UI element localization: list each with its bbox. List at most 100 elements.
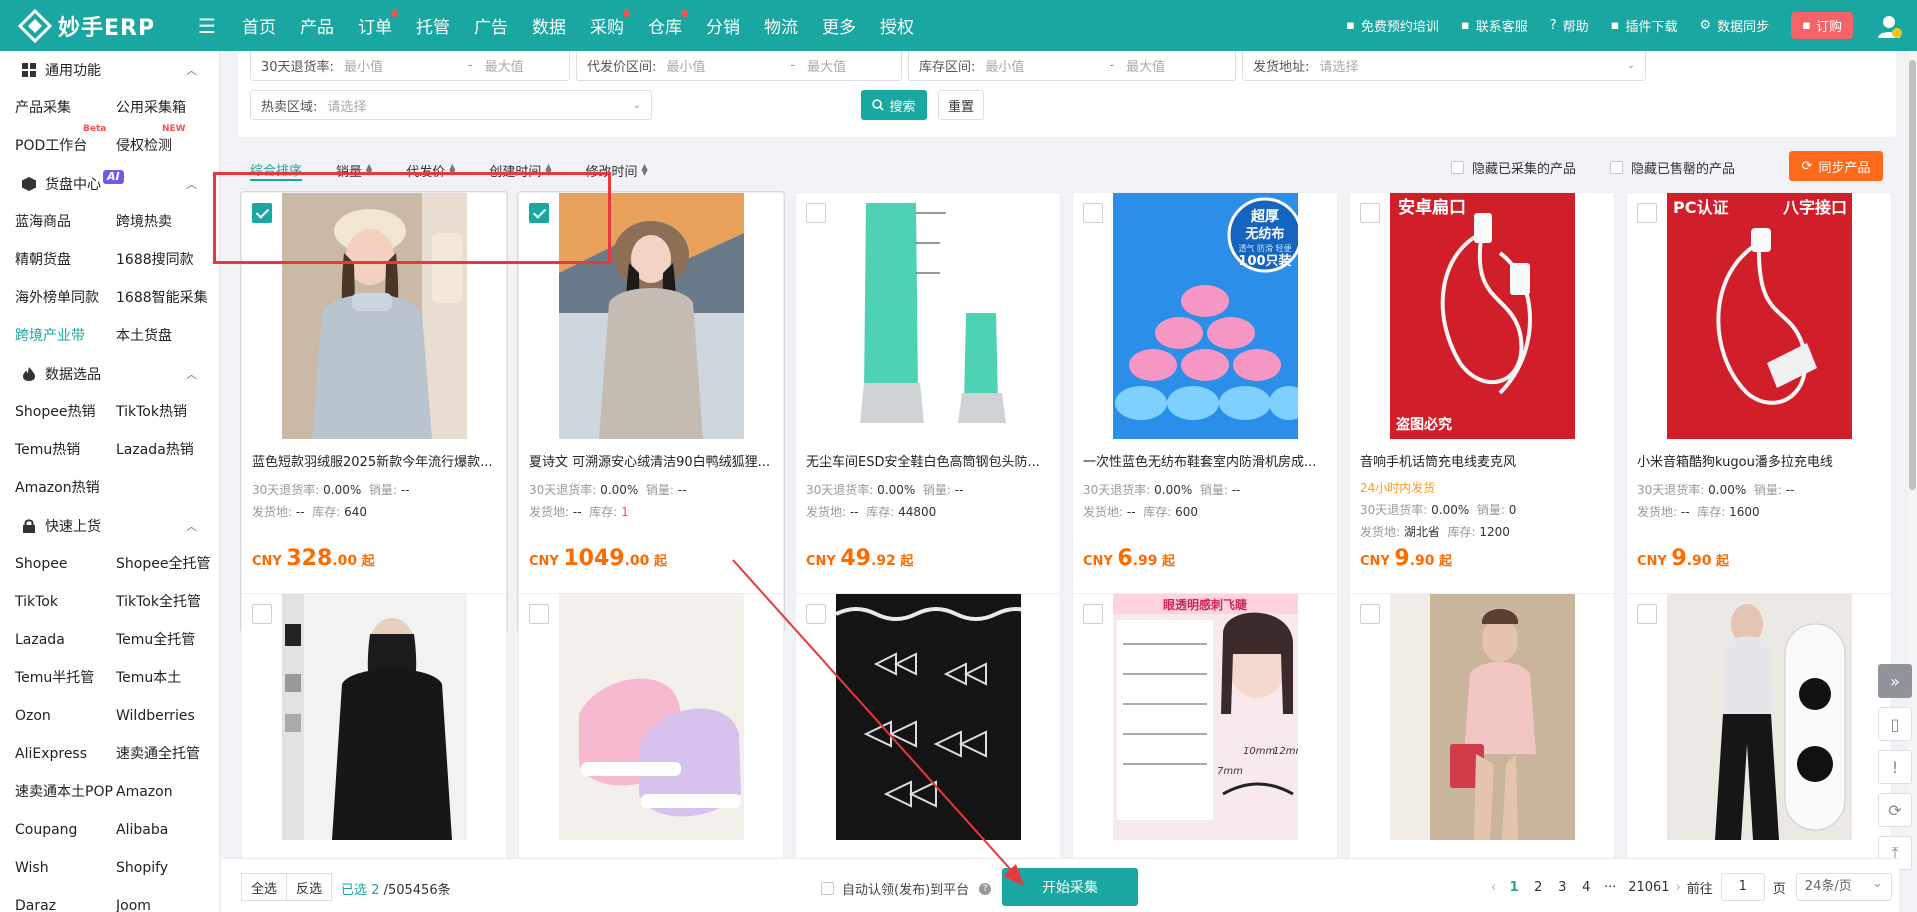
checkbox[interactable] bbox=[1609, 161, 1623, 174]
sidebar-section-data[interactable]: 数据选品 ︿ bbox=[0, 355, 219, 393]
sync-link[interactable]: ⚙ 数据同步 bbox=[1700, 16, 1770, 35]
sync-products-button[interactable]: ⟳ 同步产品 bbox=[1789, 151, 1883, 181]
order-button[interactable]: ▪ 订购 bbox=[1791, 12, 1853, 39]
ship-from-select[interactable]: 发货地址: 请选择 ⌄ bbox=[1242, 51, 1646, 81]
product-checkbox[interactable] bbox=[1360, 604, 1380, 624]
training-link[interactable]: ▪ 免费预约培训 bbox=[1346, 16, 1439, 35]
sidebar-item-selected-supply[interactable]: 精朝货盘 bbox=[15, 241, 116, 279]
product-card[interactable] bbox=[518, 593, 784, 863]
max-input[interactable]: 最大值 bbox=[485, 56, 524, 75]
sidebar-item-temu-hot[interactable]: Temu热销 bbox=[15, 431, 116, 469]
product-checkbox[interactable] bbox=[1637, 604, 1657, 624]
nav-home[interactable]: 首页 bbox=[230, 13, 288, 38]
sidebar-item-tiktok-full[interactable]: TikTok全托管 bbox=[116, 583, 219, 621]
help-link[interactable]: ? 帮助 bbox=[1550, 16, 1589, 35]
invert-selection-button[interactable]: 反选 bbox=[287, 873, 333, 901]
product-title[interactable]: 蓝色短款羽绒服2025新款今年流行爆款... bbox=[252, 451, 500, 470]
product-card[interactable]: PC认证 八字接口 小米音箱酷狗kugou潘多拉充电线 30天退货率: 0.00… bbox=[1626, 192, 1892, 632]
next-page-icon[interactable]: › bbox=[1676, 880, 1681, 895]
sidebar-item-tiktok-hot[interactable]: TikTok热销 bbox=[116, 393, 219, 431]
sidebar-item-joom[interactable]: Joom bbox=[116, 887, 219, 912]
checkbox[interactable] bbox=[1450, 161, 1464, 174]
sidebar-section-supply[interactable]: 货盘中心 AI ︿ bbox=[0, 165, 219, 203]
sidebar-item-lazada-hot[interactable]: Lazada热销 bbox=[116, 431, 219, 469]
product-card[interactable]: 超厚 无纺布 透气 防滑 轻便 100只装 一次性蓝色无纺布鞋套室内防滑机房成.… bbox=[1072, 192, 1338, 632]
nav-data[interactable]: 数据 bbox=[520, 13, 578, 38]
max-input[interactable]: 最大值 bbox=[1126, 56, 1165, 75]
nav-products[interactable]: 产品 bbox=[288, 13, 346, 38]
product-checkbox[interactable] bbox=[806, 203, 826, 223]
sidebar-item-wish[interactable]: Wish bbox=[15, 849, 116, 887]
sidebar-item-infringe[interactable]: 侵权检测 NEW bbox=[116, 124, 219, 165]
hide-collected-checkbox[interactable]: 隐藏已采集的产品 bbox=[1450, 158, 1576, 177]
sidebar-section-quick[interactable]: 快速上货 ︿ bbox=[0, 507, 219, 545]
product-title[interactable]: 夏诗文 可溯源安心绒清洁90白鸭绒狐狸... bbox=[529, 451, 777, 470]
nav-authorize[interactable]: 授权 bbox=[868, 13, 926, 38]
product-checkbox[interactable] bbox=[529, 604, 549, 624]
sidebar-item-coupang[interactable]: Coupang bbox=[15, 811, 116, 849]
product-title[interactable]: 无尘车间ESD安全鞋白色高筒钢包头防... bbox=[806, 451, 1054, 470]
max-input[interactable]: 最大值 bbox=[807, 56, 846, 75]
sidebar-item-cross-hot[interactable]: 跨境热卖 bbox=[116, 203, 219, 241]
sidebar-item-temu-semi[interactable]: Temu半托管 bbox=[15, 659, 116, 697]
page-size-select[interactable]: 24条/页 bbox=[1795, 871, 1892, 901]
sidebar-item-temu-full[interactable]: Temu全托管 bbox=[116, 621, 219, 659]
collapse-icon[interactable]: » bbox=[1878, 664, 1912, 698]
product-card[interactable] bbox=[1349, 593, 1615, 863]
sidebar-item-local-supply[interactable]: 本土货盘 bbox=[116, 317, 219, 355]
sidebar-item-shopee-hot[interactable]: Shopee热销 bbox=[15, 393, 116, 431]
sidebar-item-amazon[interactable]: Amazon bbox=[116, 773, 219, 811]
avatar[interactable] bbox=[1875, 12, 1903, 40]
sidebar-item-aliexpress[interactable]: AliExpress bbox=[15, 735, 116, 773]
start-collect-button[interactable]: 开始采集 bbox=[1002, 868, 1138, 906]
product-card[interactable]: 安卓扁口 盗图必究 音响手机话筒充电线麦克风 24小时内发货 30天退货率: 0… bbox=[1349, 192, 1615, 632]
nav-warehouse[interactable]: 仓库 bbox=[636, 10, 694, 38]
sidebar-item-shopee-full[interactable]: Shopee全托管 bbox=[116, 545, 219, 583]
plugin-link[interactable]: ▪ 插件下载 bbox=[1611, 16, 1678, 35]
sidebar-item-tiktok[interactable]: TikTok bbox=[15, 583, 116, 621]
sidebar-item-1688-smart[interactable]: 1688智能采集 bbox=[116, 279, 219, 317]
sidebar-item-pod[interactable]: POD工作台 Beta bbox=[15, 124, 116, 165]
nav-orders[interactable]: 订单 bbox=[346, 10, 404, 38]
product-card[interactable] bbox=[1626, 593, 1892, 863]
return-rate-filter[interactable]: 30天退货率: 最小值 - 最大值 bbox=[250, 51, 570, 81]
product-checkbox[interactable] bbox=[806, 604, 826, 624]
product-checkbox[interactable] bbox=[1083, 203, 1103, 223]
nav-distribution[interactable]: 分销 bbox=[694, 13, 752, 38]
sidebar-item-daraz[interactable]: Daraz bbox=[15, 887, 116, 912]
nav-ads[interactable]: 广告 bbox=[462, 13, 520, 38]
menu-toggle-icon[interactable]: ☰ bbox=[196, 14, 218, 38]
product-title[interactable]: 小米音箱酷狗kugou潘多拉充电线 bbox=[1637, 451, 1885, 470]
sidebar-item-shopee[interactable]: Shopee bbox=[15, 545, 116, 583]
nav-purchase[interactable]: 采购 bbox=[578, 10, 636, 38]
search-button[interactable]: 搜索 bbox=[861, 90, 927, 120]
product-card[interactable]: 无尘车间ESD安全鞋白色高筒钢包头防... 30天退货率: 0.00% 销量: … bbox=[795, 192, 1061, 632]
mobile-icon[interactable]: ▯ bbox=[1878, 707, 1912, 741]
product-checkbox[interactable] bbox=[1083, 604, 1103, 624]
min-input[interactable]: 最小值 bbox=[666, 56, 778, 75]
nav-logistics[interactable]: 物流 bbox=[752, 13, 810, 38]
sidebar-item-ozon[interactable]: Ozon bbox=[15, 697, 116, 735]
price-range-filter[interactable]: 代发价区间: 最小值 - 最大值 bbox=[576, 51, 902, 81]
sidebar-item-public-collect[interactable]: 公用采集箱 bbox=[116, 89, 219, 127]
scrollbar-thumb[interactable] bbox=[1909, 60, 1916, 490]
refresh-icon[interactable]: ⟳ bbox=[1878, 793, 1912, 827]
sidebar-item-blue-ocean[interactable]: 蓝海商品 bbox=[15, 203, 116, 241]
sidebar-section-general[interactable]: 通用功能 ︿ bbox=[0, 51, 219, 89]
product-title[interactable]: 音响手机话筒充电线麦克风 bbox=[1360, 451, 1608, 470]
page-3[interactable]: 3 bbox=[1550, 880, 1574, 895]
product-title[interactable]: 一次性蓝色无纺布鞋套室内防滑机房成... bbox=[1083, 451, 1331, 470]
min-input[interactable]: 最小值 bbox=[344, 56, 456, 75]
page-last[interactable]: 21061 bbox=[1628, 880, 1669, 895]
product-checkbox[interactable] bbox=[252, 604, 272, 624]
sidebar-item-temu-local[interactable]: Temu本土 bbox=[116, 659, 219, 697]
sidebar-item-aliexpress-full[interactable]: 速卖通全托管 bbox=[116, 735, 219, 773]
product-card[interactable] bbox=[795, 593, 1061, 863]
reset-button[interactable]: 重置 bbox=[938, 90, 984, 120]
question-icon[interactable]: ? bbox=[979, 882, 992, 895]
sidebar-item-wildberries[interactable]: Wildberries bbox=[116, 697, 219, 735]
sidebar-item-1688-same[interactable]: 1688搜同款 bbox=[116, 241, 219, 279]
feedback-icon[interactable]: ! bbox=[1878, 750, 1912, 784]
product-card[interactable]: 眼透明感刺飞睫 10mm 12mm 7mm bbox=[1072, 593, 1338, 863]
select-all-button[interactable]: 全选 bbox=[241, 873, 288, 901]
